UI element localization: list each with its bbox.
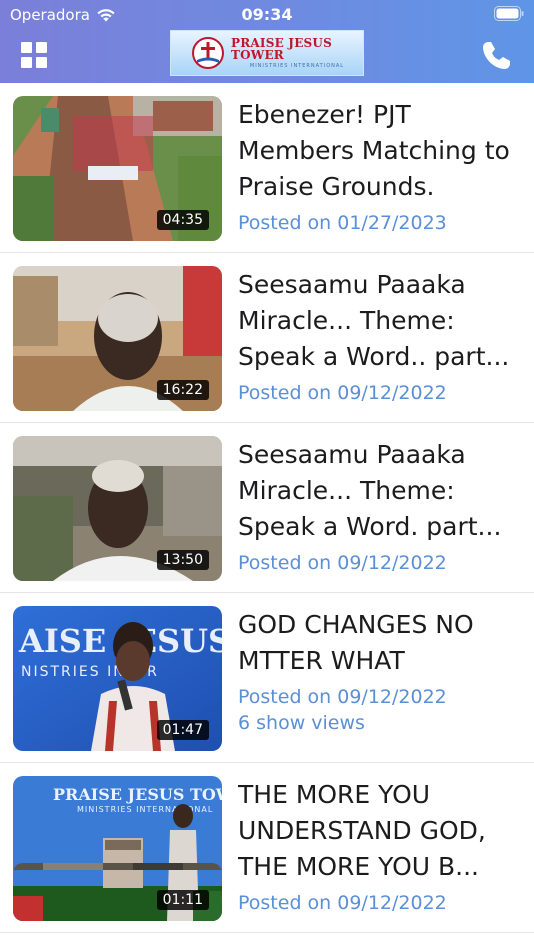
video-duration: 01:11 [156, 890, 209, 910]
logo-title: PRAISE JESUS TOWER [231, 36, 332, 62]
thumbnail-banner-subtext: MINISTRIES INTERNATIONAL [77, 805, 213, 814]
logo-emblem-icon [192, 37, 224, 69]
video-posted-date: Posted on 09/12/2022 [238, 686, 447, 708]
thumbnail-banner-text: PRAISE JESUS TOWER [53, 785, 222, 804]
video-posted-date: Posted on 09/12/2022 [238, 382, 447, 404]
video-duration: 16:22 [156, 380, 209, 400]
video-list-item-partial[interactable] [0, 850, 534, 870]
video-posted-date: Posted on 09/12/2022 [238, 892, 447, 914]
video-thumbnail[interactable]: PRAISE JESUS TOWER MINISTRIES INTERNATIO… [13, 776, 222, 921]
video-list-item[interactable]: PRAISE JESUS TOWER MINISTRIES INTERNATIO… [0, 763, 534, 933]
status-bar: Operadora 09:34 [0, 0, 534, 28]
video-title[interactable]: Seesaamu Paaaka Miracle... Theme: Speak … [238, 437, 524, 545]
video-views: 6 show views [238, 712, 365, 734]
video-thumbnail[interactable]: 13:50 [13, 436, 222, 581]
video-thumbnail[interactable]: 04:35 [13, 96, 222, 241]
logo-subtitle: MINISTRIES INTERNATIONAL [249, 63, 345, 69]
app-header: Operadora 09:34 PRAISE JESUS TOWER MINIS… [0, 0, 534, 83]
video-duration: 01:47 [156, 720, 209, 740]
video-title[interactable]: Ebenezer! PJT Members Matching to Praise… [238, 97, 524, 205]
phone-icon[interactable] [480, 38, 514, 72]
app-logo: PRAISE JESUS TOWER MINISTRIES INTERNATIO… [170, 30, 364, 76]
video-posted-date: Posted on 01/27/2023 [238, 212, 447, 234]
video-list-item[interactable]: 13:50 Seesaamu Paaaka Miracle... Theme: … [0, 423, 534, 593]
status-time: 09:34 [241, 5, 293, 24]
battery-icon [494, 6, 524, 21]
grid-icon[interactable] [21, 42, 47, 68]
video-list-item[interactable]: 04:35 Ebenezer! PJT Members Matching to … [0, 83, 534, 253]
thumbnail-image [13, 863, 222, 870]
video-thumbnail[interactable]: AISE JESUS NISTRIES INTER 01:47 [13, 606, 222, 751]
video-list-item[interactable]: 16:22 Seesaamu Paaaka Miracle... Theme: … [0, 253, 534, 423]
video-title[interactable]: GOD CHANGES NO MTTER WHAT [238, 607, 524, 679]
video-duration: 04:35 [156, 210, 209, 230]
video-list: 04:35 Ebenezer! PJT Members Matching to … [0, 83, 534, 933]
video-title[interactable]: Seesaamu Paaaka Miracle... Theme: Speak … [238, 267, 524, 375]
video-posted-date: Posted on 09/12/2022 [238, 552, 447, 574]
video-list-item[interactable]: AISE JESUS NISTRIES INTER 01:47 GOD CHAN… [0, 593, 534, 763]
video-thumbnail[interactable]: 16:22 [13, 266, 222, 411]
logo-text: PRAISE JESUS TOWER MINISTRIES INTERNATIO… [231, 37, 363, 69]
video-duration: 13:50 [156, 550, 209, 570]
video-thumbnail[interactable] [13, 863, 222, 870]
